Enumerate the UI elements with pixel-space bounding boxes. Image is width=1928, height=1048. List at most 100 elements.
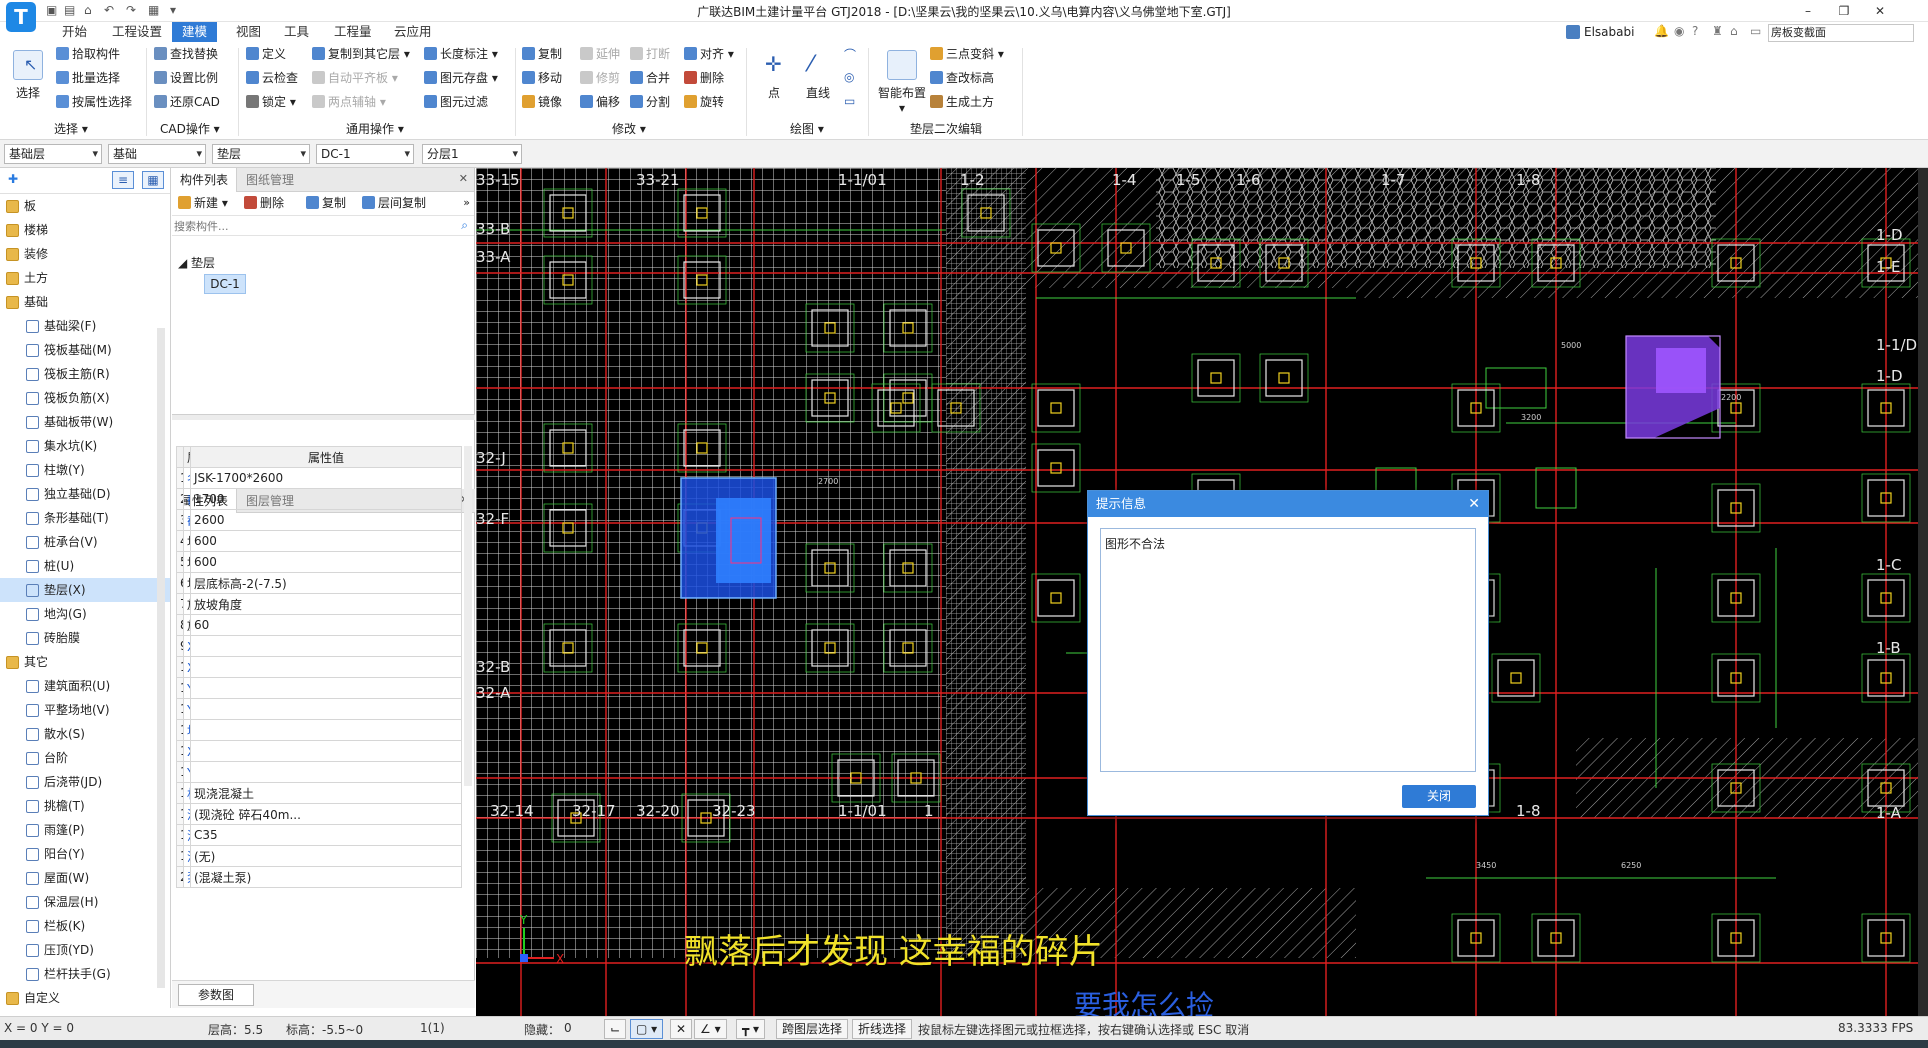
copy-button[interactable]: 复制 xyxy=(522,44,562,64)
search-input[interactable]: 房板变截面 xyxy=(1768,24,1914,42)
tree-item[interactable]: 栏杆扶手(G) xyxy=(0,962,170,986)
component-combo[interactable]: DC-1 xyxy=(316,144,414,164)
property-scrollbar[interactable] xyxy=(464,446,472,786)
open-icon[interactable]: ⌂ xyxy=(84,3,92,17)
tree-item[interactable]: 桩(U) xyxy=(0,554,170,578)
merge-button[interactable]: 合并 xyxy=(630,68,670,88)
menu-1[interactable]: 工程设置 xyxy=(102,22,172,42)
generate-earthwork-button[interactable]: 生成土方 xyxy=(930,92,994,112)
delete-component-button[interactable]: 删除 xyxy=(244,192,284,214)
tree-category[interactable]: 板 xyxy=(0,194,170,218)
floor-combo[interactable]: 基础层 xyxy=(4,144,102,164)
grid-view-icon[interactable]: ▦ xyxy=(142,171,164,189)
cross-layer-select-button[interactable]: 跨图层选择 xyxy=(776,1019,849,1039)
define-button[interactable]: 定义 xyxy=(246,44,286,64)
property-value[interactable] xyxy=(190,698,462,720)
tree-item[interactable]: 平整场地(V) xyxy=(0,698,170,722)
property-row[interactable]: 3截面宽度(mm)2600 xyxy=(176,509,462,531)
tree-group-cushion[interactable]: ◢ 垫层 xyxy=(178,254,215,271)
set-scale-button[interactable]: 设置比例 xyxy=(154,68,218,88)
tree-item[interactable]: 散水(S) xyxy=(0,722,170,746)
cross-snap-toggle[interactable]: ✕ xyxy=(670,1019,693,1039)
select-by-property-button[interactable]: 按属性选择 xyxy=(56,92,132,112)
copy-component-button[interactable]: 复制 xyxy=(306,192,346,214)
more-icon[interactable]: » xyxy=(463,196,470,209)
snap-toggle[interactable]: ▢ ▾ xyxy=(630,1019,664,1039)
tree-item[interactable]: 屋面(W) xyxy=(0,866,170,890)
property-row[interactable]: 4坑底出边距离(...600 xyxy=(176,530,462,552)
align-button[interactable]: 对齐 ▾ xyxy=(684,44,734,64)
panel-close-icon[interactable]: ✕ xyxy=(459,172,468,185)
user-name[interactable]: Elsababi xyxy=(1584,25,1634,39)
group-label-modify[interactable]: 修改 ▾ xyxy=(612,120,646,137)
copy-to-other-floor-button[interactable]: 复制到其它层 ▾ xyxy=(312,44,410,64)
split-button[interactable]: 分割 xyxy=(630,92,670,112)
property-row[interactable]: 6坑板顶标高(m)层底标高-2(-7.5) xyxy=(176,572,462,594)
layout-icon[interactable]: ▦ xyxy=(148,3,159,17)
tree-item[interactable]: 筏板主筋(R) xyxy=(0,362,170,386)
component-item-dc1[interactable]: DC-1 xyxy=(204,274,246,294)
tree-item[interactable]: 基础梁(F) xyxy=(0,314,170,338)
property-value[interactable]: C35 xyxy=(190,824,462,846)
property-row[interactable]: 19混凝土外加剂(无) xyxy=(176,845,462,867)
group-label-cad[interactable]: CAD操作 ▾ xyxy=(160,120,220,137)
property-value[interactable]: 2600 xyxy=(190,509,462,531)
find-replace-button[interactable]: 查找替换 xyxy=(154,44,218,64)
component-search-input[interactable] xyxy=(174,217,452,235)
mirror-button[interactable]: 镜像 xyxy=(522,92,562,112)
minimize-button[interactable]: – xyxy=(1792,1,1824,21)
trim-button[interactable]: 修剪 xyxy=(580,68,620,88)
layer-combo[interactable]: 分层1 xyxy=(422,144,522,164)
restore-button[interactable]: ❐ xyxy=(1828,1,1860,21)
polyline-select-button[interactable]: 折线选择 xyxy=(852,1019,913,1039)
tab-component-list[interactable]: 构件列表 xyxy=(172,168,238,192)
property-row[interactable]: 18混凝土强度等级C35 xyxy=(176,824,462,846)
splitter[interactable] xyxy=(172,414,475,420)
pick-component-button[interactable]: 拾取构件 xyxy=(56,44,120,64)
property-value[interactable]: (现浇砼 碎石40m... xyxy=(190,803,462,825)
tree-item[interactable]: 柱墩(Y) xyxy=(0,458,170,482)
ortho-toggle[interactable]: ⌙ xyxy=(604,1019,627,1039)
tree-item[interactable]: 桩承台(V) xyxy=(0,530,170,554)
property-row[interactable]: 5坑底板厚度(mm)600 xyxy=(176,551,462,573)
property-row[interactable]: 15Y向斜面钢筋 xyxy=(176,761,462,783)
window-icon[interactable]: ▭ xyxy=(1750,24,1761,38)
circle-icon[interactable]: ◎ xyxy=(844,70,854,84)
tree-item[interactable]: 垫层(X) xyxy=(0,578,170,602)
move-button[interactable]: 移动 xyxy=(522,68,562,88)
tree-category[interactable]: 其它 xyxy=(0,650,170,674)
menu-3[interactable]: 视图 xyxy=(226,22,271,42)
offset-button[interactable]: 偏移 xyxy=(580,92,620,112)
property-row[interactable]: 13坑壁水平筋 xyxy=(176,719,462,741)
arc-icon[interactable]: ⌒ xyxy=(844,46,856,63)
tree-category[interactable]: 基础 xyxy=(0,290,170,314)
group-label-select[interactable]: 选择 ▾ xyxy=(54,120,88,137)
customize-quick-access-icon[interactable]: ▾ xyxy=(170,3,176,17)
dialog-close-icon[interactable]: ✕ xyxy=(1468,491,1480,517)
property-value[interactable] xyxy=(190,740,462,762)
component-type-combo[interactable]: 垫层 xyxy=(212,144,310,164)
tree-item[interactable]: 地沟(G) xyxy=(0,602,170,626)
expand-icon[interactable]: ✚ xyxy=(8,172,18,186)
menu-4[interactable]: 工具 xyxy=(274,22,319,42)
check-elevation-button[interactable]: 查改标高 xyxy=(930,68,994,88)
extend-button[interactable]: 延伸 xyxy=(580,44,620,64)
tree-item[interactable]: 独立基础(D) xyxy=(0,482,170,506)
group-label-common[interactable]: 通用操作 ▾ xyxy=(346,120,404,137)
property-row[interactable]: 20泵送类型(混凝土泵) xyxy=(176,866,462,888)
property-row[interactable]: 2截面长度(mm)1700 xyxy=(176,488,462,510)
element-filter-button[interactable]: 图元过滤 xyxy=(424,92,488,112)
save-element-button[interactable]: 图元存盘 ▾ xyxy=(424,68,498,88)
dialog-close-button[interactable]: 关闭 xyxy=(1402,785,1476,808)
property-value[interactable]: 60 xyxy=(190,614,462,636)
smart-layout-button[interactable]: 智能布置 ▾ xyxy=(876,50,928,115)
menu-6[interactable]: 云应用 xyxy=(384,22,442,42)
three-point-slope-button[interactable]: 三点变斜 ▾ xyxy=(930,44,1004,64)
property-row[interactable]: 12Y向面筋 xyxy=(176,698,462,720)
select-big-button[interactable]: ↖ 选择 xyxy=(8,50,48,101)
group-label-draw[interactable]: 绘图 ▾ xyxy=(790,120,824,137)
property-row[interactable]: 11Y向底筋 xyxy=(176,677,462,699)
auto-align-slab-button[interactable]: 自动平齐板 ▾ xyxy=(312,68,398,88)
message-icon[interactable]: ◉ xyxy=(1674,24,1684,38)
tree-item[interactable]: 基础板带(W) xyxy=(0,410,170,434)
